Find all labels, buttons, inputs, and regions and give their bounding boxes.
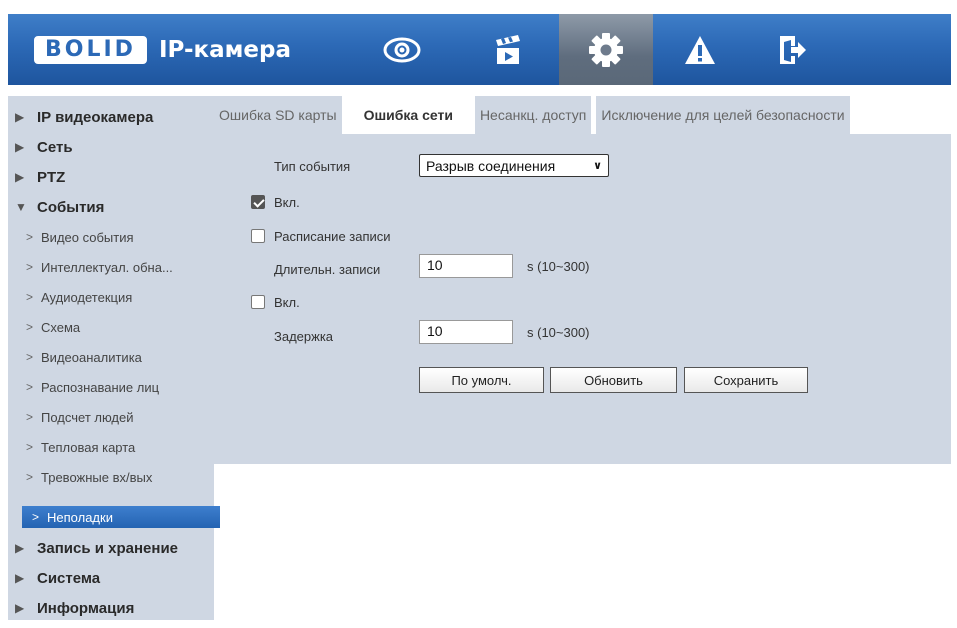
sidebar-sub-label: Схема [41,319,81,335]
record-schedule-checkbox[interactable] [251,229,265,243]
chevron-right-icon: > [26,380,34,394]
sidebar-sub-label: Неполадки [47,509,113,525]
sidebar-sub-label: Подсчет людей [41,409,134,425]
record-duration-hint: s (10~300) [527,259,590,274]
settings-nav[interactable] [559,14,653,85]
record-duration-input[interactable]: 10 [419,254,513,278]
refresh-button[interactable]: Обновить [550,367,677,393]
live-view-nav[interactable] [368,14,436,85]
save-button[interactable]: Сохранить [684,367,808,393]
chevron-right-icon: > [26,320,34,334]
triangle-right-icon: ▶ [15,571,25,585]
warning-icon [685,35,715,64]
record-duration-label: Длительн. записи [274,262,381,277]
sidebar-item-storage[interactable]: ▶ Запись и хранение [8,533,214,563]
chevron-right-icon: > [26,410,34,424]
triangle-right-icon: ▶ [15,110,25,124]
default-button[interactable]: По умолч. [419,367,544,393]
sidebar-item-label: События [37,198,105,216]
bolid-logo: BOLID IP-камера [34,34,291,66]
alarm-nav[interactable] [666,14,734,85]
delay-hint: s (10~300) [527,325,590,340]
chevron-right-icon: > [26,350,34,364]
chevron-right-icon: > [26,260,34,274]
playback-nav[interactable] [474,14,542,85]
sidebar-sub-label: Тепловая карта [41,439,136,455]
settings-panel: Тип события Разрыв соединения ∨ Вкл. Рас… [214,134,951,464]
sidebar-sub-video-analytics[interactable]: > Видеоаналитика [8,342,214,372]
gear-icon [589,32,623,67]
enable2-checkbox[interactable] [251,295,265,309]
sidebar-item-label: Система [37,569,101,587]
sidebar-sub-label: Видео события [41,229,134,245]
tab-network-error[interactable]: Ошибка сети [346,96,470,134]
sidebar-item-label: IP видеокамера [37,108,154,126]
logo-mark: BOLID [34,36,147,64]
sidebar-item-ip-camera[interactable]: ▶ IP видеокамера [8,102,214,132]
tab-sd-card-error[interactable]: Ошибка SD карты [214,96,342,134]
triangle-right-icon: ▶ [15,140,25,154]
enable-checkbox[interactable] [251,195,265,209]
product-title: IP-камера [158,37,292,63]
sidebar-sub-smart-detection[interactable]: > Интеллектуал. обна... [8,252,214,282]
sidebar-sub-alarm-io[interactable]: > Тревожные вх/вых [8,462,214,492]
sidebar-sub-faults[interactable]: > Неполадки [22,506,220,528]
triangle-right-icon: ▶ [15,541,25,555]
clapperboard-icon [496,34,520,64]
top-header: BOLID IP-камера [8,14,951,85]
logout-icon [780,35,806,64]
sidebar-sub-label: Аудиодетекция [41,289,133,305]
tab-security-exception[interactable]: Исключение для целей безопасности [596,96,850,134]
record-schedule-label: Расписание записи [274,229,391,244]
chevron-right-icon: > [26,440,34,454]
event-type-value: Разрыв соединения [426,157,556,174]
sidebar-sub-scheme[interactable]: > Схема [8,312,214,342]
sidebar-sub-audio-detection[interactable]: > Аудиодетекция [8,282,214,312]
triangle-right-icon: ▶ [15,601,25,615]
sidebar-sub-heat-map[interactable]: > Тепловая карта [8,432,214,462]
event-type-label: Тип события [274,159,351,174]
event-type-select[interactable]: Разрыв соединения ∨ [419,154,609,177]
sidebar-item-label: Сеть [37,138,73,156]
tab-bar: Ошибка SD карты Ошибка сети Несанкц. дос… [214,96,951,134]
sidebar: ▶ IP видеокамера ▶ Сеть ▶ PTZ ▼ События … [8,96,220,623]
triangle-down-icon: ▼ [15,200,27,214]
eye-icon [383,37,421,62]
sidebar-sub-face-recognition[interactable]: > Распознавание лиц [8,372,214,402]
sidebar-item-events[interactable]: ▼ События [8,192,214,222]
enable2-label: Вкл. [274,295,300,310]
sidebar-sub-label: Видеоаналитика [41,349,142,365]
sidebar-sub-people-counting[interactable]: > Подсчет людей [8,402,214,432]
sidebar-sub-label: Интеллектуал. обна... [41,259,173,275]
sidebar-sub-label: Тревожные вх/вых [41,469,153,485]
sidebar-item-ptz[interactable]: ▶ PTZ [8,162,214,192]
sidebar-item-label: Запись и хранение [37,539,179,557]
triangle-right-icon: ▶ [15,170,25,184]
sidebar-sub-video-events[interactable]: > Видео события [8,222,214,252]
chevron-right-icon: > [26,290,34,304]
sidebar-item-label: Информация [37,599,135,617]
sidebar-sub-label: Распознавание лиц [41,379,160,395]
chevron-right-icon: > [32,510,40,524]
delay-label: Задержка [274,329,334,344]
tab-unauthorized-access[interactable]: Несанкц. доступ [474,96,592,134]
logout-nav[interactable] [758,14,826,85]
sidebar-item-network[interactable]: ▶ Сеть [8,132,214,162]
sidebar-item-label: PTZ [37,168,66,186]
chevron-down-icon: ∨ [593,160,602,172]
chevron-right-icon: > [26,470,34,484]
chevron-right-icon: > [26,230,34,244]
delay-input[interactable]: 10 [419,320,513,344]
sidebar-item-system[interactable]: ▶ Система [8,563,214,593]
enable-label: Вкл. [274,195,300,210]
sidebar-item-information[interactable]: ▶ Информация [8,593,214,623]
